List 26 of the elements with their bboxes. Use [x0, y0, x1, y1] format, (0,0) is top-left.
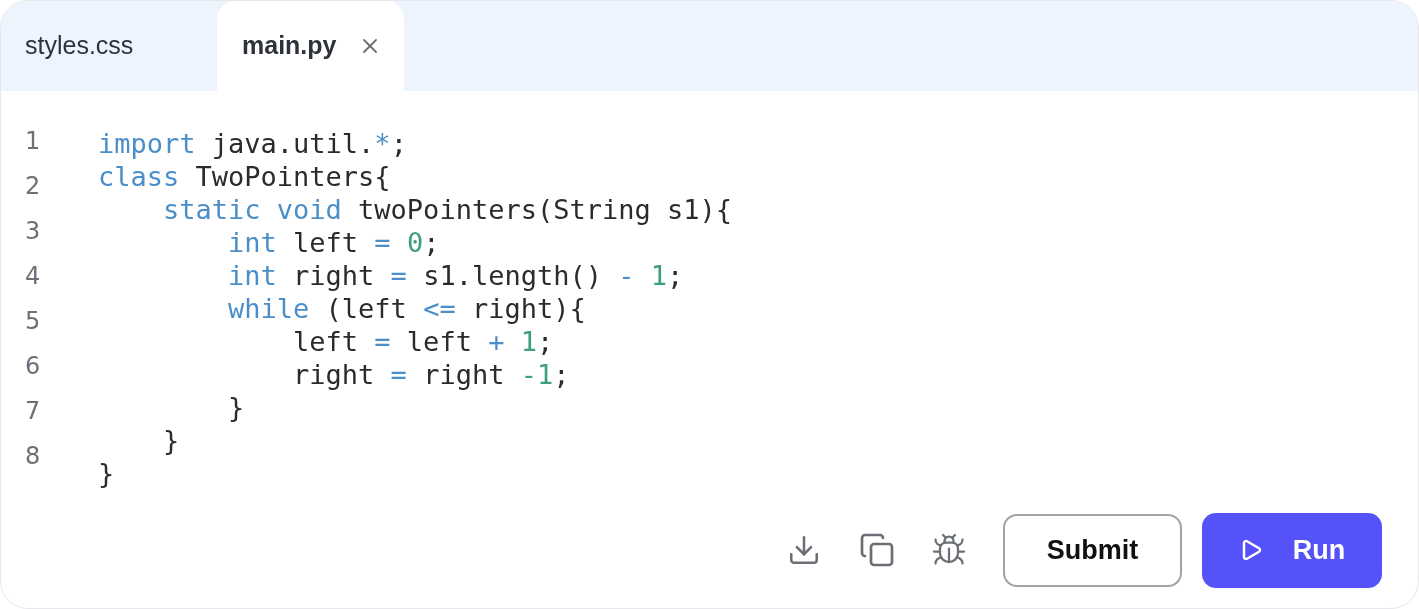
- code-line: }: [98, 457, 115, 490]
- line-number: 8: [25, 441, 41, 472]
- download-icon[interactable]: [787, 533, 821, 567]
- tab[interactable]: styles.css: [1, 1, 217, 91]
- copy-icon[interactable]: [859, 532, 895, 568]
- code-line: while (left <= right){: [227, 292, 586, 325]
- line-number: 3: [25, 216, 41, 247]
- code-line: class TwoPointers{: [98, 160, 391, 193]
- line-number: 2: [25, 171, 41, 202]
- code-line: }: [162, 424, 180, 457]
- code-line: int right = s1.length() - 1;: [227, 259, 684, 292]
- tab[interactable]: main.py: [217, 1, 405, 91]
- run-button[interactable]: Run: [1202, 512, 1382, 588]
- code-line: int left = 0;: [227, 226, 440, 259]
- line-number: 1: [25, 126, 41, 157]
- code-line: }: [227, 391, 245, 424]
- line-number: 5: [25, 306, 41, 337]
- code-line: right = right -1;: [292, 358, 570, 391]
- code-line: static void twoPointers(String s1){: [162, 193, 732, 226]
- line-number: 4: [25, 261, 41, 292]
- submit-button[interactable]: Submit: [1003, 513, 1182, 587]
- code-line: import java.util.*;: [98, 127, 407, 160]
- code-line: left = left + 1;: [292, 325, 554, 358]
- line-number: 6: [25, 351, 41, 382]
- bug-icon[interactable]: [931, 532, 967, 568]
- line-number: 7: [25, 396, 41, 427]
